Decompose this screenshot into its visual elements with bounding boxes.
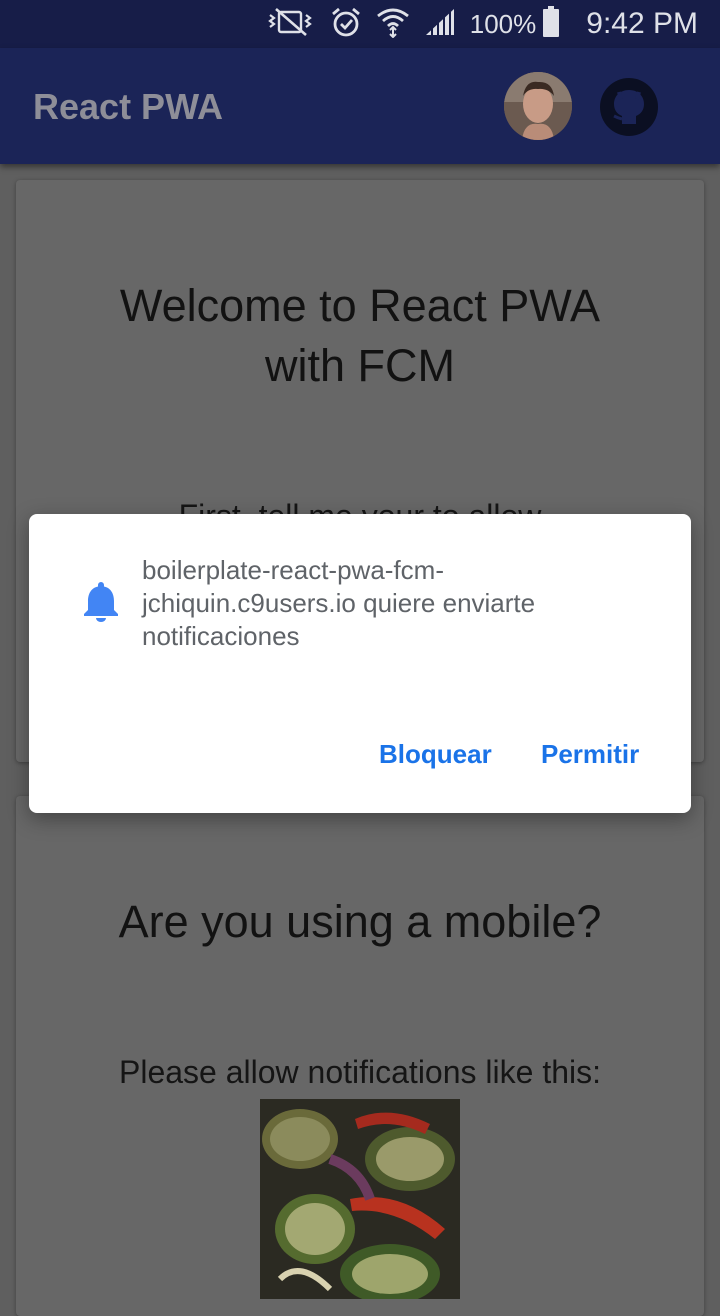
mute-vibrate-icon [266, 7, 316, 42]
welcome-title-line1: Welcome to React PWA [119, 280, 601, 331]
food-image [260, 1099, 460, 1299]
dialog-message-line2: jchiquin.c9users.io quiere enviarte [142, 588, 536, 618]
clock: 9:42 PM [586, 7, 698, 40]
welcome-title: Welcome to React PWA with FCM [16, 276, 704, 396]
battery-percent: 100% [469, 8, 537, 39]
block-button[interactable]: Bloquear [379, 739, 492, 770]
alarm-icon [330, 6, 362, 43]
mobile-body: Please allow notifications like this: [118, 1054, 601, 1090]
notification-permission-dialog: boilerplate-react-pwa-fcm- jchiquin.c9us… [29, 514, 691, 813]
mobile-title: Are you using a mobile? [118, 896, 602, 947]
status-bar: 100% 9:42 PM [0, 0, 720, 48]
mobile-card: Are you using a mobile? Please allow not… [16, 796, 704, 1316]
app-title: React PWA [33, 86, 224, 127]
wifi-icon [376, 6, 410, 43]
app-bar: React PWA [0, 48, 720, 164]
avatar[interactable] [504, 72, 572, 140]
github-icon[interactable] [600, 78, 658, 136]
bell-icon [81, 580, 121, 622]
dialog-message-line1: boilerplate-react-pwa-fcm- [142, 555, 444, 585]
welcome-title-line2: with FCM [265, 340, 455, 391]
allow-button[interactable]: Permitir [541, 739, 639, 770]
battery-icon [542, 5, 560, 43]
dialog-message: boilerplate-react-pwa-fcm- jchiquin.c9us… [142, 554, 662, 653]
signal-icon [424, 7, 456, 42]
dialog-message-line3: notificaciones [142, 621, 300, 651]
